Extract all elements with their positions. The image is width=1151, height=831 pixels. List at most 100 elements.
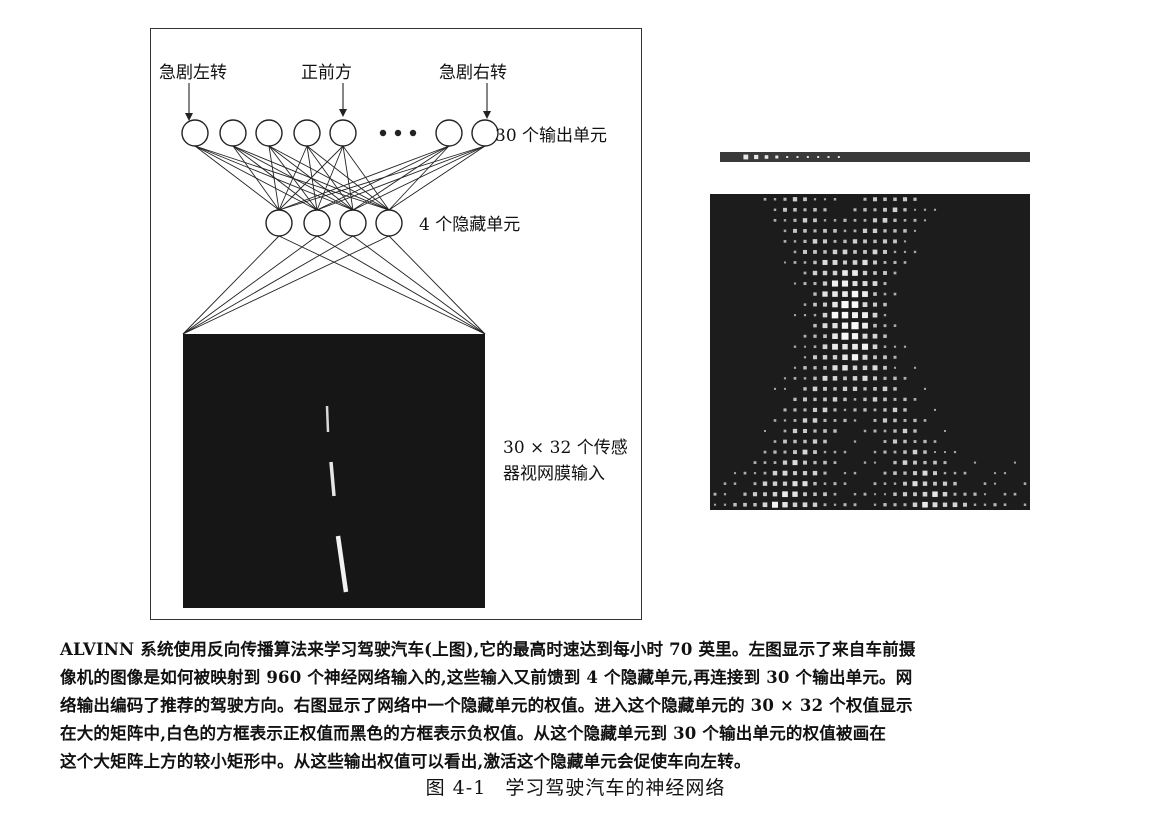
input-weight-cell: [993, 482, 997, 485]
input-weight-cell: [933, 471, 937, 476]
input-weight-cell: [883, 261, 887, 264]
input-weight-cell: [882, 218, 888, 223]
input-weight-cell: [914, 208, 916, 211]
input-weight-cell: [773, 450, 777, 454]
input-weight-cell: [842, 343, 848, 350]
input-weight-cell: [823, 503, 827, 507]
connection-line: [278, 235, 486, 335]
weight-matrix-visualization: [710, 152, 1030, 510]
input-weight-cell: [862, 291, 868, 297]
input-weight-cell: [841, 332, 849, 340]
input-weight-cell: [793, 345, 797, 348]
input-weight-cell: [892, 407, 898, 413]
input-weight-cell: [903, 219, 907, 222]
input-weight-cell: [782, 460, 788, 465]
input-weight-cell: [832, 291, 838, 297]
input-weight-cell: [851, 290, 859, 298]
input-weight-cell: [733, 502, 737, 507]
input-weight-cell: [773, 208, 777, 212]
input-weight-cell: [923, 387, 927, 390]
input-weight-cell: [932, 491, 938, 497]
input-weight-cell: [833, 461, 837, 465]
input-weight-cell: [1003, 472, 1007, 475]
input-weight-cell: [783, 377, 787, 380]
output-unit-node: [435, 119, 463, 147]
input-weight-cell: [942, 481, 948, 486]
input-weight-cell: [843, 503, 847, 507]
input-weight-cell: [733, 472, 737, 475]
input-weight-cell: [753, 503, 757, 507]
input-weight-cell: [803, 303, 807, 306]
input-weight-cell: [862, 281, 868, 287]
input-weight-cell: [832, 270, 838, 276]
input-weight-cell: [812, 270, 818, 276]
input-weight-cell: [813, 460, 817, 465]
input-weight-cell: [883, 450, 887, 454]
input-weight-cell: [903, 481, 907, 486]
input-weight-cell: [893, 376, 897, 381]
connection-line: [342, 145, 354, 211]
input-weight-cell: [813, 397, 817, 402]
input-weight-cell: [903, 345, 907, 348]
input-weight-cell: [893, 366, 897, 369]
input-weight-cell: [873, 429, 877, 433]
input-weight-cell: [813, 334, 817, 338]
input-weight-cell: [902, 460, 908, 465]
input-weight-cell: [733, 482, 737, 485]
input-weight-cell: [932, 502, 938, 508]
input-weight-cell: [803, 197, 807, 202]
input-weight-cell: [883, 408, 887, 412]
input-weight-cell: [913, 250, 917, 254]
input-weight-cell: [902, 492, 908, 497]
input-weight-cell: [993, 472, 997, 475]
input-weight-cell: [963, 502, 967, 507]
input-weight-cell: [882, 386, 888, 392]
input-weight-cell: [813, 345, 817, 349]
figure-title: 图 4-1 学习驾驶汽车的神经网络: [0, 773, 1151, 800]
input-weight-cell: [822, 259, 828, 265]
input-weight-cell: [832, 397, 838, 402]
input-weight-cell: [913, 429, 917, 433]
arrow-head: [483, 111, 491, 119]
input-weight-cell: [812, 239, 818, 244]
input-weight-cell: [783, 429, 787, 433]
input-weight-cell: [893, 418, 897, 423]
caption-line: 像机的图像是如何被映射到 960 个神经网络输入的,这些输入又前馈到 4 个隐藏…: [60, 668, 913, 687]
network-diagram: 急剧左转 正前方 急剧右转 30 个输出单元 4 个隐藏单元 30 × 32 个…: [150, 28, 642, 620]
connection-line: [182, 235, 354, 335]
input-weight-cell: [802, 502, 808, 508]
input-weight-cell: [862, 270, 868, 276]
input-weight-cell: [832, 260, 838, 265]
input-weight-cell: [1023, 503, 1027, 506]
input-weight-cell: [883, 229, 887, 233]
input-weight-cell: [883, 429, 887, 433]
input-weight-cell: [793, 261, 797, 264]
output-weight-cell: [775, 155, 779, 159]
input-weight-cell: [933, 440, 937, 443]
input-weight-cell: [852, 260, 858, 265]
input-weight-cell: [813, 282, 817, 286]
input-weight-cell: [903, 250, 907, 254]
input-weight-cell: [1003, 503, 1007, 507]
input-weight-cell: [923, 460, 927, 465]
input-weight-cell: [883, 207, 887, 212]
input-weight-cell: [842, 365, 848, 371]
input-weight-cell: [783, 419, 787, 422]
input-weight-cell: [813, 313, 817, 317]
input-weight-cell: [803, 439, 807, 444]
input-weight-cell: [893, 218, 897, 222]
input-weight-cell: [893, 482, 897, 485]
connection-line: [194, 145, 390, 211]
label-output-units: 30 个输出单元: [495, 126, 608, 146]
input-weight-cell: [852, 376, 858, 381]
input-weight-cell: [803, 208, 807, 212]
output-unit-node: [255, 119, 283, 147]
input-weight-cell: [792, 502, 798, 507]
input-weight-cell: [841, 311, 849, 319]
input-weight-cell: [793, 314, 797, 317]
input-weight-cell: [853, 471, 857, 475]
input-weight-cell: [873, 482, 877, 486]
input-weight-cell: [773, 461, 777, 464]
input-weight-cell: [833, 450, 837, 454]
input-weight-cell: [893, 197, 897, 202]
